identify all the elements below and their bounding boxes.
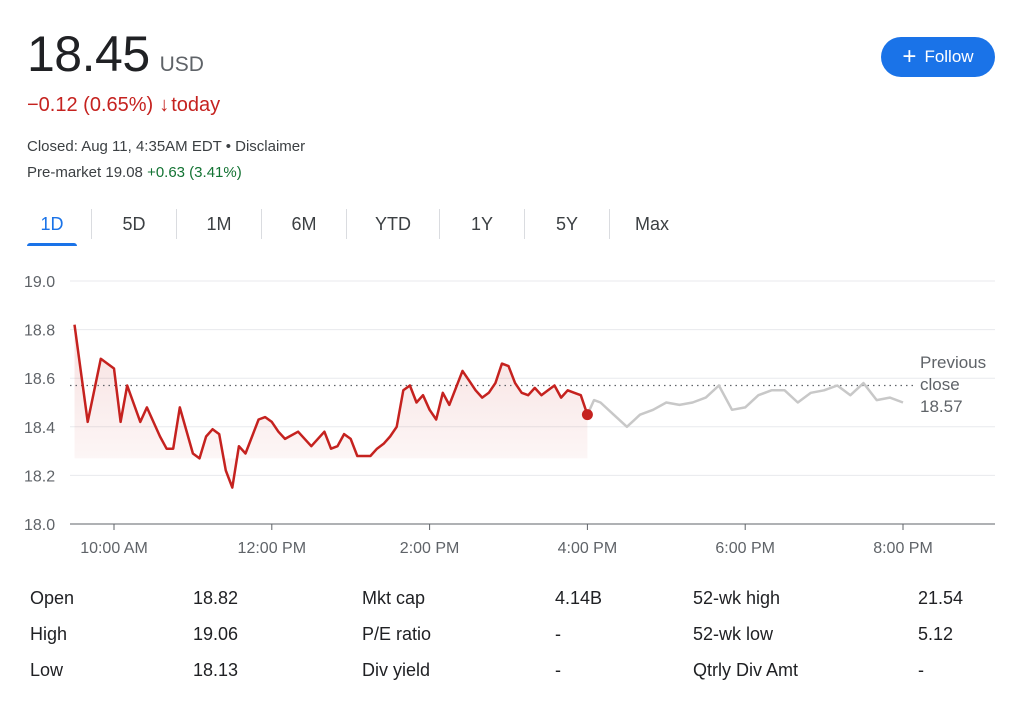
tab-5d[interactable]: 5D [92, 204, 176, 244]
stat-label: Mkt cap [362, 588, 426, 608]
x-tick-label: 6:00 PM [715, 540, 775, 557]
previous-close-label: 18.57 [920, 397, 963, 416]
stat-label: Open [30, 588, 75, 608]
plus-icon: + [902, 43, 917, 70]
stat-value: 19.06 [193, 624, 239, 644]
stat-label: Div yield [362, 660, 431, 680]
stat-value: - [555, 624, 561, 644]
x-tick-label: 12:00 PM [238, 540, 306, 557]
tab-6m[interactable]: 6M [262, 204, 346, 244]
stat-label: Low [30, 660, 64, 680]
y-tick-label: 19.0 [24, 274, 55, 291]
stat-value: 5.12 [918, 624, 954, 644]
previous-close-label: close [920, 375, 960, 394]
stat-value: 21.54 [918, 588, 964, 608]
stat-label: High [30, 624, 68, 644]
currency-label: USD [159, 53, 204, 76]
tab-1m[interactable]: 1M [177, 204, 261, 244]
premarket-label: Pre-market 19.08 [27, 164, 143, 181]
x-tick-label: 8:00 PM [873, 540, 933, 557]
y-tick-label: 18.8 [24, 323, 55, 340]
y-tick-label: 18.2 [24, 468, 55, 485]
price-change: −0.12 (0.65%) ↓ today [27, 94, 220, 117]
stat-label: Qtrly Div Amt [693, 660, 799, 680]
current-price: 18.45 [27, 26, 150, 82]
price-row: 18.45 USD [27, 26, 204, 82]
x-tick-label: 4:00 PM [558, 540, 618, 557]
tab-ytd[interactable]: YTD [347, 204, 439, 244]
tab-max[interactable]: Max [610, 204, 694, 244]
change-value: −0.12 (0.65%) [27, 94, 154, 116]
arrow-down-icon: ↓ [159, 94, 170, 116]
y-tick-label: 18.0 [24, 517, 55, 534]
x-tick-label: 2:00 PM [400, 540, 460, 557]
closed-status: Closed: Aug 11, 4:35AM EDT • Disclaimer [27, 138, 306, 155]
tab-5y[interactable]: 5Y [525, 204, 609, 244]
tab-1d[interactable]: 1D [27, 204, 77, 246]
stat-label: 52-wk low [693, 624, 774, 644]
close-point [581, 409, 593, 421]
stat-label: P/E ratio [362, 624, 432, 644]
stat-value: 18.13 [193, 660, 239, 680]
stat-value: - [918, 660, 924, 680]
stat-value: - [555, 660, 561, 680]
y-tick-label: 18.6 [24, 371, 55, 388]
premarket-change: +0.63 (3.41%) [147, 164, 242, 181]
tab-1y[interactable]: 1Y [440, 204, 524, 244]
after-hours-line [586, 381, 904, 429]
stat-label: 52-wk high [693, 588, 781, 608]
y-tick-label: 18.4 [24, 420, 55, 437]
regular-session-area [74, 324, 588, 488]
range-tabs: 1D 5D 1M 6M YTD 1Y 5Y Max [27, 204, 694, 248]
stat-value: 18.82 [193, 588, 239, 608]
x-tick-label: 10:00 AM [80, 540, 148, 557]
follow-button[interactable]: + Follow [881, 37, 995, 77]
stat-value: 4.14B [555, 588, 603, 608]
premarket-quote: Pre-market 19.08 +0.63 (3.41%) [27, 164, 242, 181]
follow-label: Follow [924, 47, 974, 66]
previous-close-label: Previous [920, 353, 986, 372]
change-period: today [171, 94, 221, 116]
price-chart: 19.0 18.8 18.6 18.4 18.2 18.0 10:00 AM 12:00 PM… [24, 274, 995, 557]
